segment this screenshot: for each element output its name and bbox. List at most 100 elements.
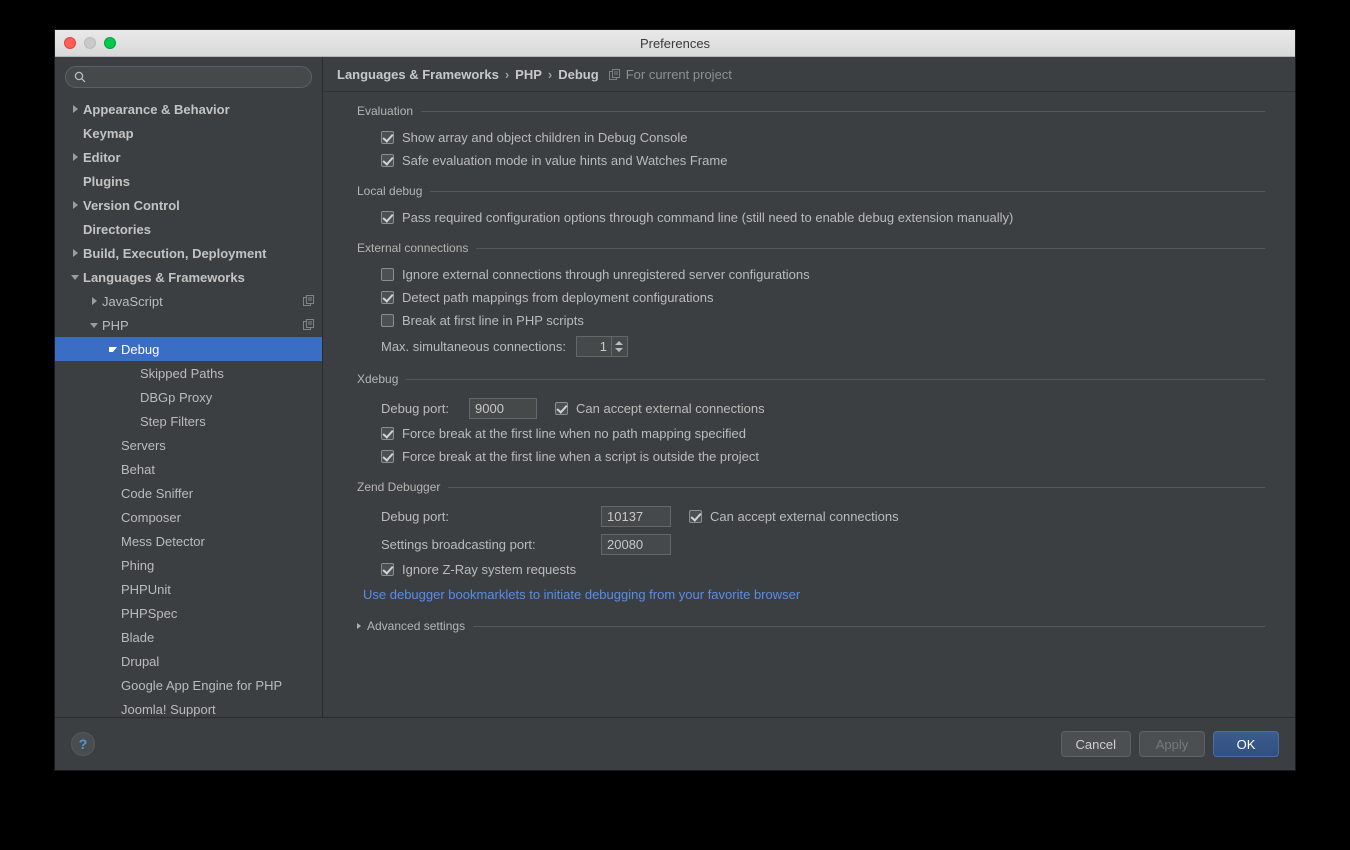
sidebar-item-label: PHPSpec <box>121 605 178 621</box>
search-field[interactable] <box>65 66 312 88</box>
checkbox-row[interactable]: Ignore external connections through unre… <box>323 263 1295 286</box>
checkbox[interactable] <box>381 268 394 281</box>
sidebar-item-javascript[interactable]: JavaScript <box>55 289 322 313</box>
port-row: Settings broadcasting port: <box>323 530 1295 558</box>
cancel-button[interactable]: Cancel <box>1060 731 1131 757</box>
section-title: Evaluation <box>357 104 414 118</box>
sidebar-item-phing[interactable]: Phing <box>55 553 322 577</box>
checkbox[interactable] <box>381 563 394 576</box>
checkbox[interactable] <box>381 314 394 327</box>
sidebar-item-skipped-paths[interactable]: Skipped Paths <box>55 361 322 385</box>
section-rows: Pass required configuration options thro… <box>323 200 1295 239</box>
sidebar-item-plugins[interactable]: Plugins <box>55 169 322 193</box>
sidebar-item-label: Directories <box>83 221 151 237</box>
chevron-down-icon[interactable] <box>67 274 83 280</box>
checkbox-row[interactable]: Detect path mappings from deployment con… <box>323 286 1295 309</box>
chevron-right-icon[interactable] <box>67 249 83 257</box>
checkbox[interactable] <box>381 131 394 144</box>
window-title: Preferences <box>639 35 711 51</box>
help-question-icon[interactable]: ? <box>71 732 95 756</box>
checkbox-label: Show array and object children in Debug … <box>402 130 688 145</box>
settings-content: Evaluation Show array and object children… <box>323 92 1295 717</box>
sidebar-item-directories[interactable]: Directories <box>55 217 322 241</box>
section-header[interactable]: Advanced settings <box>355 617 1265 635</box>
checkbox[interactable] <box>555 401 568 415</box>
ok-button[interactable]: OK <box>1213 731 1279 757</box>
checkbox-row[interactable]: Show array and object children in Debug … <box>323 126 1295 149</box>
chevron-right-icon[interactable] <box>86 297 102 305</box>
sidebar-item-mess-detector[interactable]: Mess Detector <box>55 529 322 553</box>
checkbox-row[interactable]: Safe evaluation mode in value hints and … <box>323 149 1295 172</box>
sidebar-item-label: Code Sniffer <box>121 485 194 501</box>
port-label: Debug port: <box>381 508 449 524</box>
traffic-lights <box>64 37 116 49</box>
sidebar-item-behat[interactable]: Behat <box>55 457 322 481</box>
sidebar-item-google-app-engine-for-php[interactable]: Google App Engine for PHP <box>55 673 322 697</box>
settings-tree: Appearance & Behavior Keymap Editor Plugins… <box>55 95 322 717</box>
sidebar-item-servers[interactable]: Servers <box>55 433 322 457</box>
sidebar-item-keymap[interactable]: Keymap <box>55 121 322 145</box>
sidebar-item-editor[interactable]: Editor <box>55 145 322 169</box>
checkbox-label: Detect path mappings from deployment con… <box>402 290 714 305</box>
checkbox[interactable] <box>381 427 394 440</box>
max-connections-input[interactable] <box>576 336 611 356</box>
sidebar-item-phpspec[interactable]: PHPSpec <box>55 601 322 625</box>
breadcrumb-part: Languages & Frameworks <box>337 66 499 82</box>
section-title: Advanced settings <box>367 619 466 633</box>
checkbox-row[interactable]: Force break at the first line when no pa… <box>323 422 1295 445</box>
chevron-right-icon[interactable] <box>357 623 361 629</box>
checkbox-row[interactable]: Break at first line in PHP scripts <box>323 309 1295 332</box>
checkbox[interactable] <box>381 450 394 463</box>
sidebar-item-label: Composer <box>121 509 181 525</box>
checkbox[interactable] <box>381 211 394 224</box>
checkbox-row[interactable]: Force break at the first line when a scr… <box>323 445 1295 468</box>
chevron-right-icon[interactable] <box>67 153 83 161</box>
sidebar-item-label: Joomla! Support <box>121 701 216 717</box>
sidebar-item-phpunit[interactable]: PHPUnit <box>55 577 322 601</box>
checkbox[interactable] <box>689 509 702 523</box>
window-body: Appearance & Behavior Keymap Editor Plugins… <box>55 57 1295 717</box>
sidebar-item-drupal[interactable]: Drupal <box>55 649 322 673</box>
max-connections-stepper[interactable] <box>575 335 628 357</box>
stepper-up-icon[interactable] <box>615 340 624 345</box>
search-input[interactable] <box>91 68 303 86</box>
port-input[interactable] <box>601 533 671 555</box>
stepper-down-icon[interactable] <box>615 347 624 352</box>
section-rows: Debug port: Can accept external connectio… <box>323 388 1295 478</box>
port-label: Settings broadcasting port: <box>381 536 536 552</box>
project-scope-icon <box>303 318 314 333</box>
zoom-light[interactable] <box>104 37 116 49</box>
checkbox[interactable] <box>381 291 394 304</box>
port-row: Debug port: Can accept external connectio… <box>323 394 1295 422</box>
sidebar-item-php[interactable]: PHP <box>55 313 322 337</box>
sidebar-item-version-control[interactable]: Version Control <box>55 193 322 217</box>
sidebar-item-blade[interactable]: Blade <box>55 625 322 649</box>
sidebar-item-label: Debug <box>121 341 160 357</box>
chevron-down-icon[interactable] <box>86 322 102 328</box>
sidebar-item-code-sniffer[interactable]: Code Sniffer <box>55 481 322 505</box>
sidebar-item-dbgp-proxy[interactable]: DBGp Proxy <box>55 385 322 409</box>
checkbox[interactable] <box>381 154 394 167</box>
checkbox-row[interactable]: Pass required configuration options thro… <box>323 206 1295 229</box>
section-header: Local debug <box>355 182 1265 200</box>
sidebar-item-languages-frameworks[interactable]: Languages & Frameworks <box>55 265 322 289</box>
port-input[interactable] <box>469 397 537 419</box>
chevron-right-icon[interactable] <box>67 201 83 209</box>
sidebar-item-build-execution-deployment[interactable]: Build, Execution, Deployment <box>55 241 322 265</box>
port-input[interactable] <box>601 505 671 527</box>
sidebar-item-appearance-behavior[interactable]: Appearance & Behavior <box>55 97 322 121</box>
close-light[interactable] <box>64 37 76 49</box>
stepper-buttons[interactable] <box>610 336 627 356</box>
sidebar-item-step-filters[interactable]: Step Filters <box>55 409 322 433</box>
sidebar-item-debug[interactable]: Debug <box>55 337 322 361</box>
chevron-right-icon[interactable] <box>67 105 83 113</box>
checkbox-row[interactable]: Ignore Z-Ray system requests <box>323 558 1295 581</box>
sidebar-item-joomla-support[interactable]: Joomla! Support <box>55 697 322 717</box>
chevron-down-icon[interactable] <box>105 346 121 352</box>
sidebar-item-composer[interactable]: Composer <box>55 505 322 529</box>
breadcrumb-part: PHP <box>515 66 542 82</box>
sidebar-item-label: Servers <box>121 437 166 453</box>
sidebar-item-label: Build, Execution, Deployment <box>83 245 267 261</box>
bookmarklets-link[interactable]: Use debugger bookmarklets to initiate de… <box>363 587 800 602</box>
sidebar-item-label: Plugins <box>83 173 130 189</box>
